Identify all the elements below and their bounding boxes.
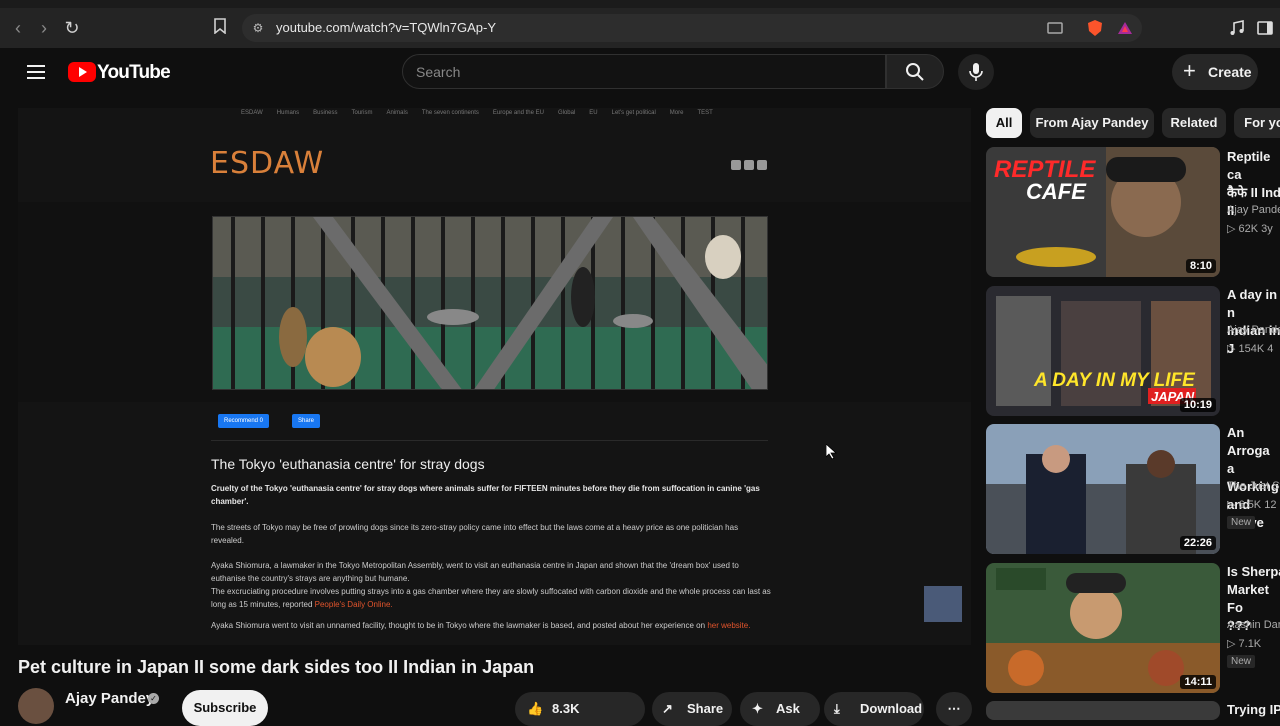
twitter-icon — [744, 160, 754, 170]
article-paragraph: The excruciating procedure involves putt… — [211, 587, 771, 609]
facebook-share-button: Share — [292, 414, 321, 428]
youtube-logo-icon[interactable] — [68, 62, 96, 82]
video-thumbnail[interactable]: 22:26 — [986, 424, 1220, 554]
download-button[interactable]: ⤓ Download — [824, 692, 924, 726]
rec-meta: ▷ 62K 3y — [1227, 223, 1273, 235]
youtube-logo-text[interactable]: YouTube — [97, 62, 171, 84]
rec-meta: ▷ 7.1K — [1227, 638, 1262, 650]
rec-meta: ▷ 6.5K 12 — [1227, 499, 1277, 511]
create-label: Create — [1208, 64, 1252, 80]
facebook-recommend-button: Recommend 0 — [218, 414, 270, 428]
website-nav: ESDAW Humans Business Tourism Animals The sev… — [241, 110, 713, 116]
email-icon — [757, 160, 767, 170]
media-icon[interactable] — [1228, 19, 1246, 37]
search-icon — [906, 63, 924, 81]
article-lead: Cruelty of the Tokyo 'euthanasia centre'… — [211, 484, 760, 506]
article-paragraph: Ayaka Shiomura, a lawmaker in the Tokyo … — [211, 561, 739, 583]
subscribe-button[interactable]: Subscribe — [182, 690, 268, 726]
menu-icon[interactable] — [27, 65, 45, 79]
plus-icon: + — [1183, 58, 1196, 83]
rec-channel[interactable]: Ajay Pande — [1227, 324, 1280, 336]
svg-text:CAFE: CAFE — [1026, 179, 1087, 204]
download-icon: ⤓ — [834, 701, 840, 716]
channel-name[interactable]: Ajay Pandey — [65, 690, 154, 707]
thumbnail-text: A DAY IN MY LIFE — [1033, 370, 1196, 391]
duration-badge: 14:11 — [1180, 675, 1216, 689]
reload-icon[interactable]: ↻ — [62, 18, 82, 38]
brave-shield-icon[interactable] — [1086, 19, 1104, 37]
new-badge: New — [1227, 655, 1256, 668]
article-paragraph: The streets of Tokyo may be free of prow… — [211, 523, 739, 545]
video-thumbnail[interactable]: 14:11 — [986, 563, 1220, 693]
new-badge: New — [1227, 516, 1256, 529]
article-paragraph: Ayaka Shiomura went to visit an unnamed … — [211, 621, 751, 630]
chip-all[interactable]: All — [986, 108, 1022, 138]
duration-badge: 22:26 — [1179, 536, 1216, 550]
chip-for-you[interactable]: For yo — [1234, 108, 1280, 138]
mouse-cursor-icon — [826, 444, 838, 460]
cast-icon[interactable] — [1046, 19, 1064, 37]
video-title: Pet culture in Japan II some dark sides … — [18, 657, 535, 677]
like-button[interactable]: 👍 8.3K — [515, 692, 645, 726]
chip-related[interactable]: Related — [1162, 108, 1226, 138]
video-thumbnail[interactable]: REPTILE CAFE 8:10 — [986, 147, 1220, 277]
search-input[interactable] — [402, 54, 886, 89]
share-button[interactable]: ↗ Share — [652, 692, 732, 726]
verified-icon: ✓ — [148, 693, 159, 704]
back-icon[interactable]: ‹ — [8, 18, 28, 38]
brave-rewards-icon[interactable] — [1116, 19, 1134, 37]
stray-dogs-photo — [212, 216, 768, 390]
ask-button[interactable]: ✦ Ask — [740, 692, 820, 726]
sparkle-icon: ✦ — [752, 701, 763, 716]
search-placeholder[interactable]: Search — [416, 64, 460, 80]
forward-icon[interactable]: › — [34, 18, 54, 38]
channel-watermark[interactable] — [924, 586, 962, 622]
thumbs-up-icon: 👍 — [527, 701, 544, 716]
search-button[interactable] — [886, 54, 944, 89]
voice-search-button[interactable] — [958, 54, 994, 90]
rec-channel[interactable]: Ajay Pande — [1227, 204, 1280, 216]
duration-badge: 8:10 — [1185, 259, 1216, 273]
site-logo: ESDAW — [210, 146, 325, 181]
rec-channel[interactable]: Aashin Dar — [1227, 619, 1280, 631]
duration-badge: 10:19 — [1179, 398, 1216, 412]
bookmark-icon[interactable] — [210, 18, 230, 38]
sidebar-toggle-icon[interactable] — [1256, 19, 1274, 37]
share-icon: ↗ — [662, 701, 673, 716]
tab-strip — [0, 0, 1280, 8]
article-title: The Tokyo 'euthanasia centre' for stray … — [211, 456, 485, 472]
rec-meta: ▷ 154K 4 — [1227, 343, 1274, 355]
site-info-icon[interactable]: ⚙ — [248, 18, 268, 38]
microphone-icon — [969, 63, 983, 81]
chip-from-channel[interactable]: From Ajay Pandey — [1030, 108, 1154, 138]
rec-channel[interactable]: The Just St — [1227, 480, 1280, 492]
facebook-icon — [731, 160, 741, 170]
video-thumbnail[interactable]: A DAY IN MY LIFE JAPAN 10:19 — [986, 286, 1220, 416]
video-thumbnail[interactable] — [986, 701, 1220, 720]
rec-title[interactable]: Trying IP — [1227, 701, 1280, 719]
url-text[interactable]: youtube.com/watch?v=TQWln7GAp-Y — [276, 20, 496, 35]
more-actions-icon[interactable]: ⋯ — [936, 692, 972, 726]
avatar[interactable] — [18, 688, 54, 724]
divider — [211, 440, 768, 441]
